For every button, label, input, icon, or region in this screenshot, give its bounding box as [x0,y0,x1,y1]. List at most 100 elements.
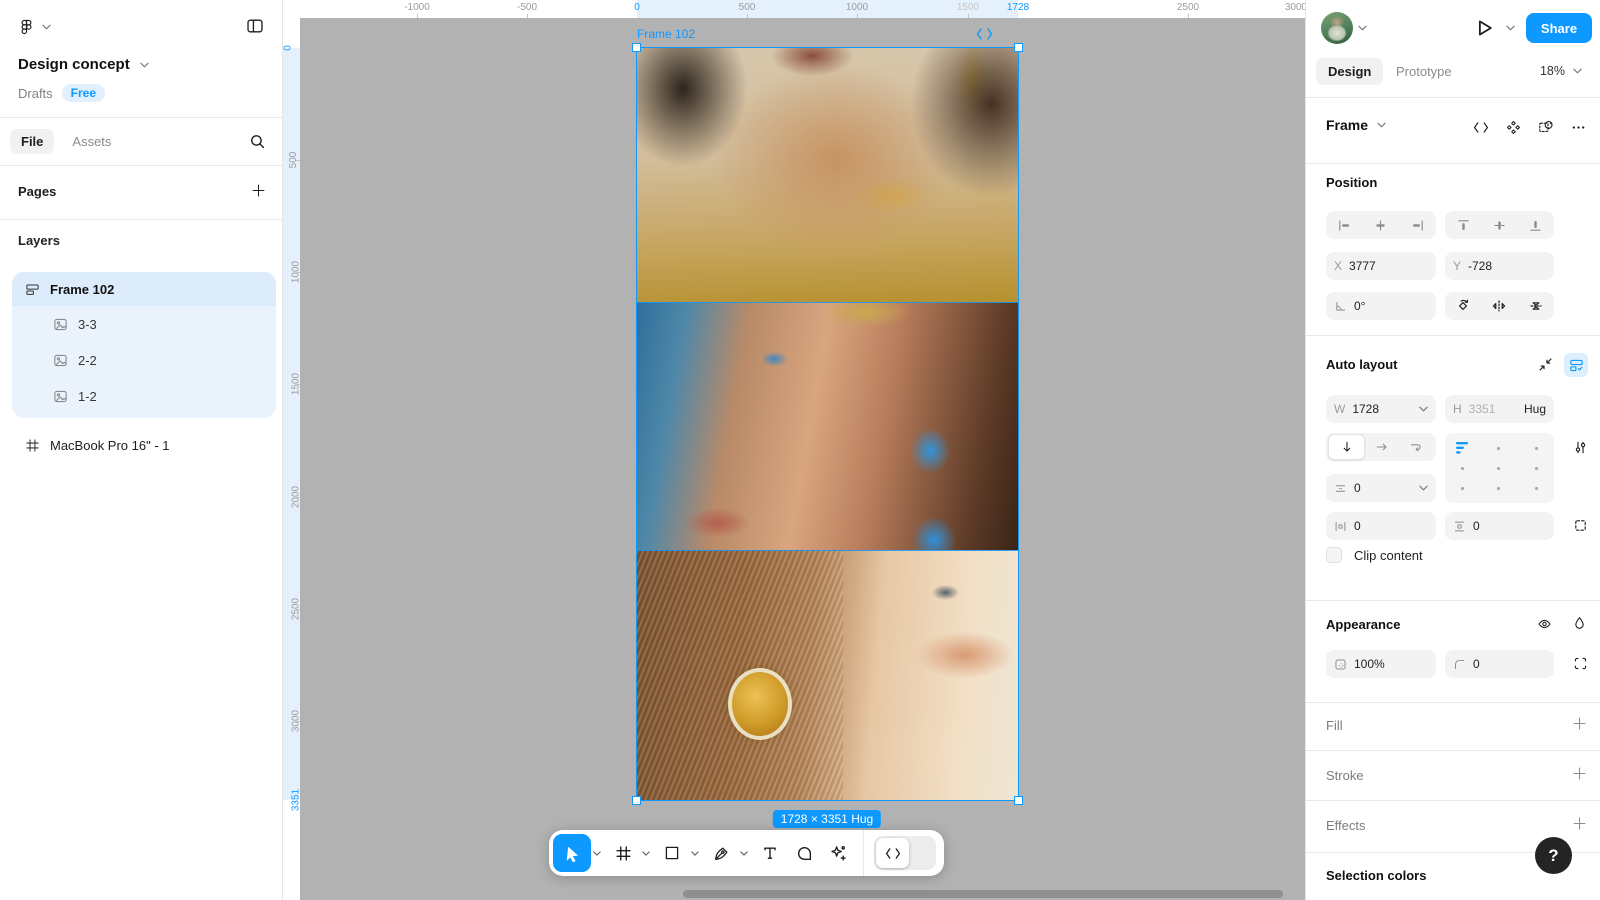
x-value: 3777 [1349,259,1376,273]
add-page-button[interactable] [251,183,266,198]
text-tool-button[interactable] [753,834,787,872]
present-chevron[interactable] [1506,25,1515,31]
chevron-down-icon[interactable] [1419,406,1428,412]
selection-handle-se[interactable] [1014,796,1023,805]
vertical-padding-field[interactable]: 0 [1445,512,1554,540]
align-bottom-icon[interactable] [1528,218,1543,233]
shrink-icon[interactable] [1538,357,1553,372]
zoom-control[interactable]: 18% [1540,64,1582,78]
more-options-icon[interactable] [1571,120,1586,135]
add-fill-button[interactable] [1572,716,1587,731]
share-button[interactable]: Share [1526,13,1592,43]
h-sizing-mode[interactable]: Hug [1524,402,1546,416]
ruler-label: -1000 [404,2,430,13]
direction-wrap-button[interactable] [1399,435,1433,459]
move-tool-chevron[interactable] [591,834,603,872]
figma-logo-menu[interactable] [18,18,51,35]
layer-row-1-2[interactable]: 1-2 [12,378,276,414]
pen-tool-button[interactable] [704,834,738,872]
selection-handle-sw[interactable] [632,796,641,805]
chevron-down-icon [42,24,51,30]
rotate-icon[interactable] [1455,298,1471,314]
edit-instance-icon[interactable] [1538,119,1554,135]
vertical-ruler: 0 500 1000 1500 2000 2500 3000 3351 [283,18,300,900]
rotation-field[interactable]: 0° [1326,292,1436,320]
selected-frame-name[interactable]: Frame 102 [637,27,695,41]
plan-badge[interactable]: Free [62,84,105,102]
auto-layout-enabled-toggle[interactable] [1564,353,1588,377]
tab-design[interactable]: Design [1316,58,1383,85]
layer-image-3-3[interactable] [637,48,1018,302]
advanced-layout-icon[interactable] [1573,440,1588,455]
width-field[interactable]: W 1728 [1326,395,1436,423]
frame-type-label[interactable]: Frame [1326,117,1368,133]
chevron-down-icon[interactable] [140,62,149,68]
alignment-pad[interactable] [1445,433,1554,503]
w-label: W [1334,402,1345,416]
layer-row-3-3[interactable]: 3-3 [12,306,276,342]
breadcrumb-location[interactable]: Drafts [18,86,53,101]
layer-image-2-2[interactable] [637,302,1018,550]
horizontal-scrollbar[interactable] [683,890,1283,898]
present-button[interactable] [1473,17,1495,39]
clip-content-checkbox[interactable] [1326,547,1342,563]
ruler-label: 500 [739,2,756,13]
search-button[interactable] [249,133,266,150]
copy-code-icon[interactable] [1473,122,1489,133]
align-right-icon[interactable] [1410,218,1425,233]
gap-field[interactable]: 0 [1326,474,1436,502]
opacity-field[interactable]: 100% [1326,650,1436,678]
align-h-center-icon[interactable] [1373,218,1388,233]
shape-tool-chevron[interactable] [689,834,701,872]
y-position-field[interactable]: Y -728 [1445,252,1554,280]
independent-corners-icon[interactable] [1573,656,1588,671]
layer-row-2-2[interactable]: 2-2 [12,342,276,378]
x-position-field[interactable]: X 3777 [1326,252,1436,280]
flip-vertical-icon[interactable] [1528,298,1544,314]
height-field[interactable]: H 3351 Hug [1445,395,1554,423]
help-button[interactable]: ? [1535,837,1572,874]
frame-tool-chevron[interactable] [640,834,652,872]
horizontal-padding-field[interactable]: 0 [1326,512,1436,540]
add-stroke-button[interactable] [1572,766,1587,781]
pen-tool-chevron[interactable] [738,834,750,872]
avatar-chevron[interactable] [1358,25,1367,31]
layer-row-macbook[interactable]: MacBook Pro 16" - 1 [12,428,170,462]
avatar[interactable] [1321,12,1353,44]
comment-tool-button[interactable] [787,834,821,872]
flip-horizontal-icon[interactable] [1491,298,1507,314]
visibility-eye-icon[interactable] [1536,617,1553,631]
actions-ai-button[interactable] [821,834,855,872]
canvas[interactable]: -1000 -500 0 500 1000 1500 1728 2500 300… [283,0,1305,900]
chevron-down-icon[interactable] [1377,122,1386,128]
w-value: 1728 [1352,402,1379,416]
toggle-sidebar-button[interactable] [246,17,264,35]
create-component-icon[interactable] [1506,120,1521,135]
file-title[interactable]: Design concept [18,56,130,73]
chevron-down-icon[interactable] [1419,485,1428,491]
direction-vertical-button[interactable] [1328,434,1365,460]
align-left-icon[interactable] [1337,218,1352,233]
align-v-center-icon[interactable] [1492,218,1507,233]
layer-row-frame-102[interactable]: Frame 102 [12,272,276,306]
frame-tool-button[interactable] [606,834,640,872]
tab-prototype[interactable]: Prototype [1396,64,1452,79]
selected-frame[interactable] [637,48,1018,800]
selection-handle-nw[interactable] [632,43,641,52]
frame-dev-code-icon[interactable] [976,28,993,40]
direction-horizontal-button[interactable] [1365,435,1399,459]
tab-file[interactable]: File [10,129,54,154]
selection-handle-ne[interactable] [1014,43,1023,52]
layer-image-1-2[interactable] [637,550,1018,800]
add-effect-button[interactable] [1572,816,1587,831]
corner-radius-field[interactable]: 0 [1445,650,1554,678]
individual-padding-icon[interactable] [1573,518,1588,533]
align-top-icon[interactable] [1456,218,1471,233]
shape-tool-button[interactable] [655,834,689,872]
dev-mode-toggle[interactable] [874,836,936,870]
move-tool-button[interactable] [553,834,591,872]
code-icon [885,848,901,859]
blend-droplet-icon[interactable] [1572,615,1587,632]
layer-label: 3-3 [78,317,97,332]
tab-assets[interactable]: Assets [68,129,115,154]
